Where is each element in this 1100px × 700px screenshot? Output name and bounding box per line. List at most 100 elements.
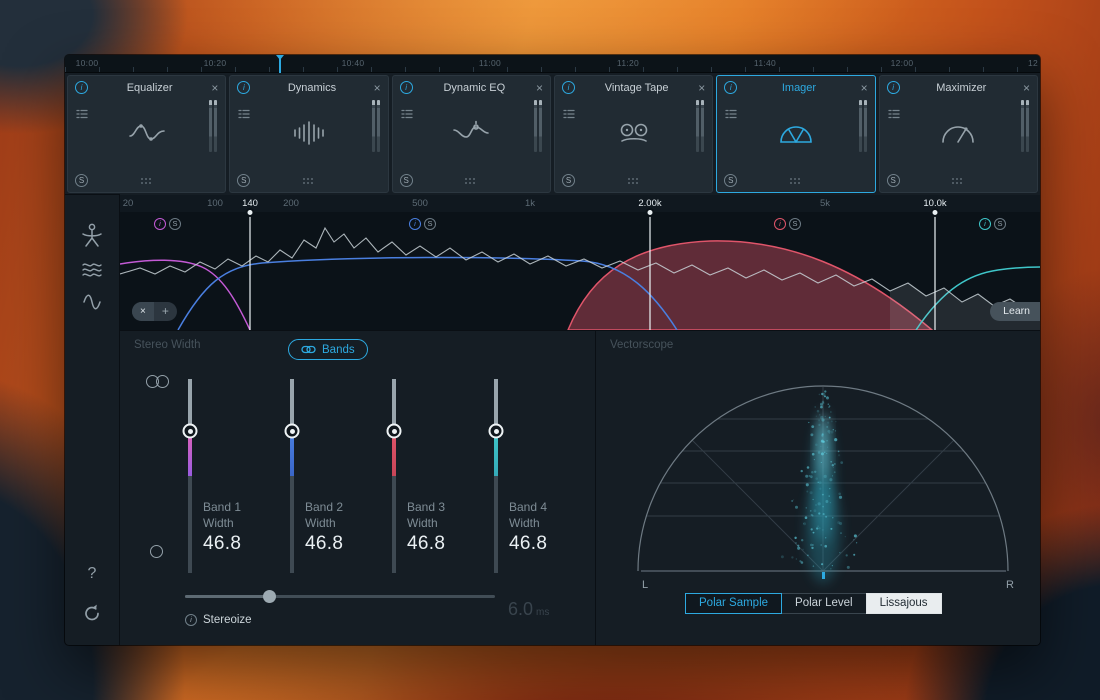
drag-handle[interactable] bbox=[465, 178, 477, 186]
wavy-lines-icon[interactable] bbox=[81, 261, 103, 279]
close-icon[interactable]: × bbox=[211, 82, 218, 94]
drag-handle[interactable] bbox=[303, 178, 315, 186]
crossover-handle-10k[interactable] bbox=[931, 208, 940, 217]
close-icon[interactable]: × bbox=[861, 82, 868, 94]
playhead[interactable] bbox=[279, 55, 281, 73]
band-3-info-icon[interactable]: i bbox=[774, 218, 786, 230]
module-card-equalizer[interactable]: i Equalizer × S bbox=[67, 75, 226, 193]
band-4-width-handle[interactable] bbox=[489, 424, 504, 439]
add-band-button[interactable]: + bbox=[154, 302, 177, 321]
close-icon[interactable]: × bbox=[1023, 82, 1030, 94]
drag-handle[interactable] bbox=[628, 178, 640, 186]
mode-polar-sample-button[interactable]: Polar Sample bbox=[685, 593, 782, 614]
reset-icon[interactable] bbox=[82, 603, 103, 624]
preset-list-icon[interactable] bbox=[238, 108, 250, 120]
stereoize-handle[interactable] bbox=[263, 590, 276, 603]
band-param: Width bbox=[509, 515, 547, 531]
solo-button[interactable]: S bbox=[75, 174, 88, 187]
stereoize-value: 6.0ms bbox=[508, 599, 549, 620]
stereoize-slider[interactable] bbox=[185, 595, 495, 598]
timeline-tick: 12 bbox=[1028, 58, 1038, 68]
band-4-info-icon[interactable]: i bbox=[979, 218, 991, 230]
module-card-dynamics[interactable]: i Dynamics × S bbox=[229, 75, 388, 193]
solo-button[interactable]: S bbox=[887, 174, 900, 187]
vectorscope-panel: Vectorscope L R Polar Sample Polar Level… bbox=[595, 330, 1040, 645]
left-toolbar: ? bbox=[65, 194, 120, 645]
band-value[interactable]: 46.8 bbox=[203, 536, 241, 552]
mono-mode-icon[interactable] bbox=[150, 545, 163, 558]
timeline-tick: 11:00 bbox=[479, 58, 501, 68]
drag-handle[interactable] bbox=[141, 178, 153, 186]
band-1-width-handle[interactable] bbox=[183, 424, 198, 439]
module-card-dynamic-eq[interactable]: i Dynamic EQ × S bbox=[392, 75, 551, 193]
band-3-width-slider[interactable] bbox=[386, 379, 402, 573]
info-icon[interactable]: i bbox=[75, 81, 88, 94]
solo-button[interactable]: S bbox=[400, 174, 413, 187]
band-2-width-handle[interactable] bbox=[285, 424, 300, 439]
close-icon[interactable]: × bbox=[536, 82, 543, 94]
remove-band-button[interactable]: × bbox=[132, 302, 154, 321]
close-icon[interactable]: × bbox=[698, 82, 705, 94]
mode-lissajous-button[interactable]: Lissajous bbox=[866, 593, 942, 614]
band-edit-tools: × + bbox=[132, 302, 177, 321]
module-card-maximizer[interactable]: i Maximizer × S bbox=[879, 75, 1038, 193]
band-1-width-slider[interactable] bbox=[182, 379, 198, 573]
preset-list-icon[interactable] bbox=[563, 108, 575, 120]
close-icon[interactable]: × bbox=[374, 82, 381, 94]
solo-button[interactable]: S bbox=[562, 174, 575, 187]
spectrum-display[interactable]: i S i S i S i S × + Learn bbox=[120, 212, 1040, 330]
sine-wave-icon[interactable] bbox=[81, 291, 103, 313]
preset-list-icon[interactable] bbox=[888, 108, 900, 120]
stereo-mode-icon[interactable] bbox=[146, 375, 172, 390]
band-1-solo-icon[interactable]: S bbox=[169, 218, 181, 230]
info-icon[interactable]: i bbox=[237, 81, 250, 94]
band-4-solo-icon[interactable]: S bbox=[994, 218, 1006, 230]
timeline-tick: 11:40 bbox=[754, 58, 776, 68]
preset-list-icon[interactable] bbox=[401, 108, 413, 120]
band-3-width-readout: Band 3 Width 46.8 bbox=[407, 499, 445, 552]
band-4-width-readout: Band 4 Width 46.8 bbox=[509, 499, 547, 552]
drag-handle[interactable] bbox=[952, 178, 964, 186]
band-2-info-icon[interactable]: i bbox=[409, 218, 421, 230]
band-3-width-handle[interactable] bbox=[387, 424, 402, 439]
band-value[interactable]: 46.8 bbox=[509, 536, 547, 552]
crossover-handle-140[interactable] bbox=[246, 208, 255, 217]
stereoize-info-icon[interactable]: i bbox=[185, 614, 197, 626]
solo-button[interactable]: S bbox=[237, 174, 250, 187]
band-value[interactable]: 46.8 bbox=[305, 536, 343, 552]
daw-timeline[interactable]: 10:00 10:20 10:40 11:00 11:20 11:40 12:0… bbox=[65, 55, 1040, 73]
help-button[interactable]: ? bbox=[88, 565, 97, 583]
band-3-solo-icon[interactable]: S bbox=[789, 218, 801, 230]
maximizer-icon bbox=[939, 120, 977, 146]
stick-figure-icon[interactable] bbox=[81, 223, 103, 249]
mode-polar-level-button[interactable]: Polar Level bbox=[781, 593, 867, 614]
band-1-controls: i S bbox=[154, 218, 181, 230]
module-card-vintage-tape[interactable]: i Vintage Tape × S bbox=[554, 75, 713, 193]
info-icon[interactable]: i bbox=[887, 81, 900, 94]
timeline-tick: 12:00 bbox=[891, 58, 914, 68]
preset-list-icon[interactable] bbox=[76, 108, 88, 120]
timeline-tick: 10:00 bbox=[76, 58, 99, 68]
right-channel-label: R bbox=[1006, 579, 1014, 591]
crossover-handle-2k[interactable] bbox=[646, 208, 655, 217]
solo-button[interactable]: S bbox=[724, 174, 737, 187]
drag-handle[interactable] bbox=[790, 178, 802, 186]
band-name: Band 4 bbox=[509, 499, 547, 515]
freq-label: 200 bbox=[283, 198, 299, 209]
band-2-width-slider[interactable] bbox=[284, 379, 300, 573]
band-4-width-slider[interactable] bbox=[488, 379, 504, 573]
learn-button[interactable]: Learn bbox=[990, 302, 1040, 321]
info-icon[interactable]: i bbox=[562, 81, 575, 94]
preset-list-icon[interactable] bbox=[725, 108, 737, 120]
link-bands-button[interactable]: Bands bbox=[288, 339, 368, 360]
freq-label: 5k bbox=[820, 198, 830, 209]
band-2-width-readout: Band 2 Width 46.8 bbox=[305, 499, 343, 552]
band-value[interactable]: 46.8 bbox=[407, 536, 445, 552]
info-icon[interactable]: i bbox=[724, 81, 737, 94]
module-card-imager[interactable]: i Imager × S bbox=[716, 75, 875, 193]
info-icon[interactable]: i bbox=[400, 81, 413, 94]
level-meter bbox=[1021, 100, 1029, 152]
band-1-info-icon[interactable]: i bbox=[154, 218, 166, 230]
panel-title: Stereo Width bbox=[134, 339, 200, 351]
band-2-solo-icon[interactable]: S bbox=[424, 218, 436, 230]
